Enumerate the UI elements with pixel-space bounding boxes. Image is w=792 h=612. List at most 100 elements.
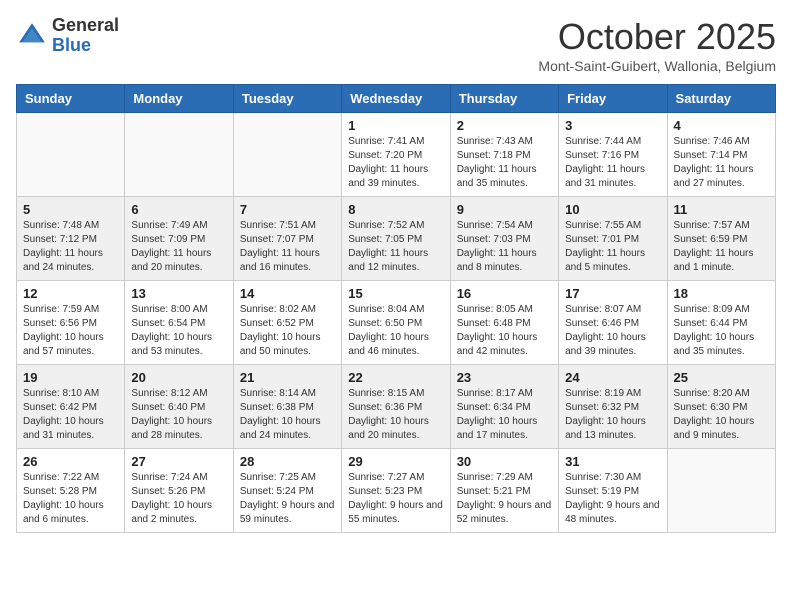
calendar-day-cell: 1 Sunrise: 7:41 AM Sunset: 7:20 PM Daylig… xyxy=(342,113,450,197)
calendar-day-cell xyxy=(125,113,233,197)
calendar-week-row: 1 Sunrise: 7:41 AM Sunset: 7:20 PM Daylig… xyxy=(17,113,776,197)
day-info: Sunrise: 7:48 AM Sunset: 7:12 PM Dayligh… xyxy=(23,219,118,275)
day-info: Sunrise: 7:30 AM Sunset: 5:19 PM Dayligh… xyxy=(565,471,660,527)
calendar-day-cell: 29Sunrise: 7:27 AM Sunset: 5:23 PM Dayli… xyxy=(342,449,450,533)
day-number: 8 xyxy=(348,202,443,217)
day-info: Sunrise: 7:49 AM Sunset: 7:09 PM Dayligh… xyxy=(131,219,226,275)
day-number: 3 xyxy=(565,118,660,133)
day-number: 13 xyxy=(131,286,226,301)
calendar-day-cell: 28 Sunrise: 7:25 AM Sunset: 5:24 PM Dayli… xyxy=(233,449,341,533)
day-header-wednesday: Wednesday xyxy=(342,85,450,113)
day-info: Sunrise: 7:54 AM Sunset: 7:03 PM Dayligh… xyxy=(457,219,552,275)
day-info: Sunrise: 8:15 AM Sunset: 6:36 PM Dayligh… xyxy=(348,387,443,443)
calendar-day-cell: 8 Sunrise: 7:52 AM Sunset: 7:05 PM Daylig… xyxy=(342,197,450,281)
day-number: 11 xyxy=(674,202,769,217)
day-info: Sunrise: 7:52 AM Sunset: 7:05 PM Dayligh… xyxy=(348,219,443,275)
calendar-day-cell: 9 Sunrise: 7:54 AM Sunset: 7:03 PM Daylig… xyxy=(450,197,558,281)
calendar-day-cell: 22 Sunrise: 8:15 AM Sunset: 6:36 PM Dayli… xyxy=(342,365,450,449)
day-info: Sunrise: 8:04 AM Sunset: 6:50 PM Dayligh… xyxy=(348,303,443,359)
day-header-monday: Monday xyxy=(125,85,233,113)
calendar-header-row: SundayMondayTuesdayWednesdayThursdayFrid… xyxy=(17,85,776,113)
day-number: 18 xyxy=(674,286,769,301)
calendar-day-cell: 12 Sunrise: 7:59 AM Sunset: 6:56 PM Dayli… xyxy=(17,281,125,365)
title-block: October 2025 Mont-Saint-Guibert, Walloni… xyxy=(538,16,776,74)
day-number: 19 xyxy=(23,370,118,385)
location-text: Mont-Saint-Guibert, Wallonia, Belgium xyxy=(538,58,776,74)
calendar-week-row: 12 Sunrise: 7:59 AM Sunset: 6:56 PM Dayli… xyxy=(17,281,776,365)
day-info: Sunrise: 7:44 AM Sunset: 7:16 PM Dayligh… xyxy=(565,135,660,191)
day-info: Sunrise: 8:00 AM Sunset: 6:54 PM Dayligh… xyxy=(131,303,226,359)
day-number: 22 xyxy=(348,370,443,385)
day-number: 6 xyxy=(131,202,226,217)
logo: General Blue xyxy=(16,16,119,56)
day-info: Sunrise: 8:19 AM Sunset: 6:32 PM Dayligh… xyxy=(565,387,660,443)
day-header-tuesday: Tuesday xyxy=(233,85,341,113)
calendar-day-cell: 15 Sunrise: 8:04 AM Sunset: 6:50 PM Dayli… xyxy=(342,281,450,365)
day-number: 1 xyxy=(348,118,443,133)
day-info: Sunrise: 7:55 AM Sunset: 7:01 PM Dayligh… xyxy=(565,219,660,275)
calendar-day-cell: 17Sunrise: 8:07 AM Sunset: 6:46 PM Dayli… xyxy=(559,281,667,365)
day-info: Sunrise: 7:51 AM Sunset: 7:07 PM Dayligh… xyxy=(240,219,335,275)
day-number: 4 xyxy=(674,118,769,133)
day-number: 29 xyxy=(348,454,443,469)
calendar-day-cell: 24Sunrise: 8:19 AM Sunset: 6:32 PM Dayli… xyxy=(559,365,667,449)
calendar-day-cell: 23Sunrise: 8:17 AM Sunset: 6:34 PM Dayli… xyxy=(450,365,558,449)
calendar-day-cell: 19 Sunrise: 8:10 AM Sunset: 6:42 PM Dayli… xyxy=(17,365,125,449)
day-number: 30 xyxy=(457,454,552,469)
day-number: 28 xyxy=(240,454,335,469)
day-header-sunday: Sunday xyxy=(17,85,125,113)
day-info: Sunrise: 8:07 AM Sunset: 6:46 PM Dayligh… xyxy=(565,303,660,359)
day-number: 27 xyxy=(131,454,226,469)
day-number: 16 xyxy=(457,286,552,301)
logo-icon xyxy=(16,20,48,52)
day-info: Sunrise: 8:20 AM Sunset: 6:30 PM Dayligh… xyxy=(674,387,769,443)
day-info: Sunrise: 8:09 AM Sunset: 6:44 PM Dayligh… xyxy=(674,303,769,359)
day-number: 7 xyxy=(240,202,335,217)
day-number: 15 xyxy=(348,286,443,301)
calendar-day-cell: 7 Sunrise: 7:51 AM Sunset: 7:07 PM Daylig… xyxy=(233,197,341,281)
day-number: 21 xyxy=(240,370,335,385)
calendar-day-cell: 30 Sunrise: 7:29 AM Sunset: 5:21 PM Dayli… xyxy=(450,449,558,533)
calendar-day-cell: 4 Sunrise: 7:46 AM Sunset: 7:14 PM Daylig… xyxy=(667,113,775,197)
day-number: 2 xyxy=(457,118,552,133)
day-number: 31 xyxy=(565,454,660,469)
day-number: 12 xyxy=(23,286,118,301)
day-info: Sunrise: 7:46 AM Sunset: 7:14 PM Dayligh… xyxy=(674,135,769,191)
calendar-day-cell: 6 Sunrise: 7:49 AM Sunset: 7:09 PM Daylig… xyxy=(125,197,233,281)
calendar-day-cell: 14 Sunrise: 8:02 AM Sunset: 6:52 PM Dayli… xyxy=(233,281,341,365)
day-header-friday: Friday xyxy=(559,85,667,113)
calendar-day-cell: 20 Sunrise: 8:12 AM Sunset: 6:40 PM Dayli… xyxy=(125,365,233,449)
day-info: Sunrise: 8:14 AM Sunset: 6:38 PM Dayligh… xyxy=(240,387,335,443)
calendar-day-cell: 26Sunrise: 7:22 AM Sunset: 5:28 PM Dayli… xyxy=(17,449,125,533)
day-info: Sunrise: 7:22 AM Sunset: 5:28 PM Dayligh… xyxy=(23,471,118,527)
day-info: Sunrise: 7:57 AM Sunset: 6:59 PM Dayligh… xyxy=(674,219,769,275)
day-info: Sunrise: 7:25 AM Sunset: 5:24 PM Dayligh… xyxy=(240,471,335,527)
day-info: Sunrise: 7:29 AM Sunset: 5:21 PM Dayligh… xyxy=(457,471,552,527)
day-number: 20 xyxy=(131,370,226,385)
calendar-day-cell xyxy=(667,449,775,533)
logo-text: General Blue xyxy=(52,16,119,56)
calendar-day-cell: 3 Sunrise: 7:44 AM Sunset: 7:16 PM Daylig… xyxy=(559,113,667,197)
day-header-saturday: Saturday xyxy=(667,85,775,113)
calendar-day-cell xyxy=(233,113,341,197)
day-info: Sunrise: 7:41 AM Sunset: 7:20 PM Dayligh… xyxy=(348,135,443,191)
day-info: Sunrise: 8:12 AM Sunset: 6:40 PM Dayligh… xyxy=(131,387,226,443)
day-number: 10 xyxy=(565,202,660,217)
calendar-day-cell: 25Sunrise: 8:20 AM Sunset: 6:30 PM Dayli… xyxy=(667,365,775,449)
day-info: Sunrise: 8:10 AM Sunset: 6:42 PM Dayligh… xyxy=(23,387,118,443)
day-number: 5 xyxy=(23,202,118,217)
calendar-day-cell: 21 Sunrise: 8:14 AM Sunset: 6:38 PM Dayli… xyxy=(233,365,341,449)
calendar-day-cell: 11 Sunrise: 7:57 AM Sunset: 6:59 PM Dayli… xyxy=(667,197,775,281)
calendar-week-row: 26Sunrise: 7:22 AM Sunset: 5:28 PM Dayli… xyxy=(17,449,776,533)
month-title: October 2025 xyxy=(538,16,776,58)
calendar-day-cell: 31 Sunrise: 7:30 AM Sunset: 5:19 PM Dayli… xyxy=(559,449,667,533)
day-info: Sunrise: 8:17 AM Sunset: 6:34 PM Dayligh… xyxy=(457,387,552,443)
calendar-day-cell xyxy=(17,113,125,197)
day-info: Sunrise: 7:59 AM Sunset: 6:56 PM Dayligh… xyxy=(23,303,118,359)
logo-blue-text: Blue xyxy=(52,35,91,55)
day-number: 9 xyxy=(457,202,552,217)
day-number: 14 xyxy=(240,286,335,301)
calendar-week-row: 19 Sunrise: 8:10 AM Sunset: 6:42 PM Dayli… xyxy=(17,365,776,449)
day-info: Sunrise: 8:02 AM Sunset: 6:52 PM Dayligh… xyxy=(240,303,335,359)
day-info: Sunrise: 7:24 AM Sunset: 5:26 PM Dayligh… xyxy=(131,471,226,527)
